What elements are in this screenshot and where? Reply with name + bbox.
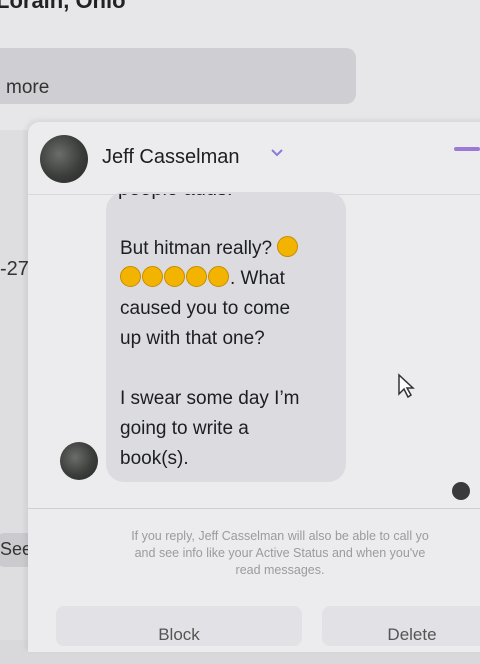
seen-indicator-icon — [452, 482, 470, 500]
see-more-label: more — [6, 77, 50, 98]
contact-name[interactable]: Jeff Casselman — [102, 146, 239, 169]
notice-line: read messages. — [235, 563, 325, 577]
message-text: book(s). — [120, 448, 189, 469]
rolling-on-floor-laughing-icon — [142, 266, 163, 287]
rolling-on-floor-laughing-icon — [186, 266, 207, 287]
divider — [28, 508, 480, 509]
see-more-button[interactable] — [0, 48, 356, 104]
message-text: But hitman really? — [120, 238, 273, 259]
delete-button[interactable]: Delete — [322, 606, 480, 646]
message-line: . What — [120, 266, 285, 290]
message-text: going to write a — [120, 418, 249, 439]
location-title: Lorain, Ohio — [0, 0, 126, 13]
chat-header[interactable] — [28, 122, 480, 195]
rolling-on-floor-laughing-icon — [120, 266, 141, 287]
notice-line: If you reply, Jeff Casselman will also b… — [131, 529, 429, 543]
block-button[interactable]: Block — [56, 606, 302, 646]
message-line: But hitman really? — [120, 236, 299, 260]
notice-line: and see info like your Active Status and… — [134, 546, 426, 560]
chevron-down-icon[interactable] — [270, 145, 284, 161]
message-text: I swear some day I’m — [120, 388, 300, 409]
reply-notice: If you reply, Jeff Casselman will also b… — [80, 528, 480, 579]
background-number: -27 — [0, 258, 29, 280]
message-text: up with that one? — [120, 328, 265, 349]
minimize-icon[interactable] — [454, 147, 480, 151]
mouse-cursor-icon — [397, 373, 415, 404]
contact-avatar[interactable] — [40, 135, 88, 183]
rolling-on-floor-laughing-icon — [208, 266, 229, 287]
rolling-on-floor-laughing-icon — [164, 266, 185, 287]
rolling-on-floor-laughing-icon — [277, 236, 299, 257]
sender-avatar[interactable] — [60, 442, 98, 480]
message-text: . What — [230, 268, 285, 289]
message-text: caused you to come — [120, 298, 291, 319]
